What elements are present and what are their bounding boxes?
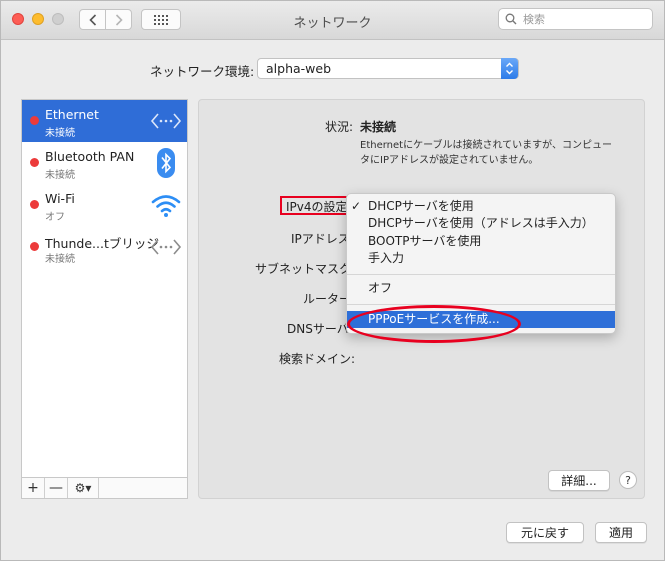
- location-value: alpha-web: [266, 61, 332, 76]
- action-menu-button[interactable]: ⚙︎▾: [68, 478, 99, 498]
- checkmark-icon: ✓: [351, 199, 362, 213]
- details-button[interactable]: 詳細...: [548, 470, 610, 491]
- annotation-box: [280, 196, 350, 215]
- status-dot: [30, 200, 39, 209]
- annotation-oval: [347, 305, 521, 343]
- search-field[interactable]: [498, 8, 653, 30]
- location-label: ネットワーク環境:: [150, 64, 255, 79]
- up-down-chevron-icon: [506, 62, 513, 75]
- service-status: 未接続: [45, 170, 75, 181]
- menu-item-label: BOOTPサーバを使用: [368, 234, 482, 248]
- ethernet-arrows-icon: [150, 113, 182, 129]
- location-stepper[interactable]: [501, 58, 518, 79]
- menu-item-label: 手入力: [368, 251, 405, 265]
- router-label: ルーター: [303, 292, 352, 306]
- status-dot: [30, 158, 39, 167]
- service-name: Ethernet: [45, 107, 99, 122]
- status-dot: [30, 116, 39, 125]
- service-item-thunderbolt-bridge[interactable]: Thunde...tブリッジ 未接続: [22, 226, 187, 268]
- service-list-toolbar: + — ⚙︎▾: [22, 477, 187, 498]
- help-button[interactable]: ?: [619, 471, 637, 489]
- menu-item-label: オフ: [368, 281, 393, 295]
- ip-address-label: IPアドレス: [291, 232, 350, 246]
- search-input[interactable]: [521, 11, 645, 27]
- status-description: Ethernetにケーブルは接続されていますが、コンピュータにIPアドレスが設定…: [360, 140, 612, 166]
- remove-service-button[interactable]: —: [45, 478, 68, 498]
- revert-button[interactable]: 元に戻す: [506, 522, 584, 543]
- status-value: 未接続: [360, 120, 397, 134]
- wifi-icon: [151, 195, 181, 217]
- menu-item-off[interactable]: オフ: [347, 280, 615, 297]
- dns-server-label: DNSサーバ: [287, 322, 349, 336]
- status-label: 状況:: [325, 120, 354, 134]
- service-status: 未接続: [45, 128, 75, 139]
- thunderbolt-bridge-arrows-icon: [150, 239, 182, 255]
- subnet-mask-label: サブネットマスク: [255, 262, 352, 276]
- menu-item-manual[interactable]: 手入力: [347, 250, 615, 267]
- menu-item-label: DHCPサーバを使用: [368, 199, 474, 213]
- add-service-button[interactable]: +: [22, 478, 45, 498]
- service-list: Ethernet 未接続 Bluetooth PAN 未接続 Wi-Fi オフ …: [21, 99, 188, 499]
- menu-separator: [347, 304, 615, 305]
- bluetooth-icon: [157, 148, 175, 178]
- service-name: Wi-Fi: [45, 191, 75, 206]
- gear-icon: ⚙︎▾: [74, 481, 92, 495]
- menu-item-label: DHCPサーバを使用（アドレスは手入力）: [368, 216, 594, 230]
- search-domain-label: 検索ドメイン:: [279, 352, 356, 366]
- menu-item-dhcp[interactable]: ✓ DHCPサーバを使用: [347, 198, 615, 215]
- service-item-bluetooth-pan[interactable]: Bluetooth PAN 未接続: [22, 142, 187, 184]
- service-status: 未接続: [45, 254, 75, 265]
- menu-item-dhcp-manual[interactable]: DHCPサーバを使用（アドレスは手入力）: [347, 215, 615, 232]
- menu-separator: [347, 274, 615, 275]
- location-select[interactable]: alpha-web: [257, 58, 519, 79]
- apply-button[interactable]: 適用: [595, 522, 647, 543]
- network-preferences-window: ネットワーク ネットワーク環境: alpha-web Ethernet 未接続 …: [0, 0, 665, 561]
- status-dot: [30, 242, 39, 251]
- service-status: オフ: [45, 212, 65, 223]
- service-item-ethernet[interactable]: Ethernet 未接続: [22, 100, 187, 142]
- title-bar: ネットワーク: [1, 1, 664, 40]
- service-item-wifi[interactable]: Wi-Fi オフ: [22, 184, 187, 226]
- search-icon: [505, 13, 517, 25]
- menu-item-bootp[interactable]: BOOTPサーバを使用: [347, 233, 615, 250]
- service-name: Bluetooth PAN: [45, 149, 135, 164]
